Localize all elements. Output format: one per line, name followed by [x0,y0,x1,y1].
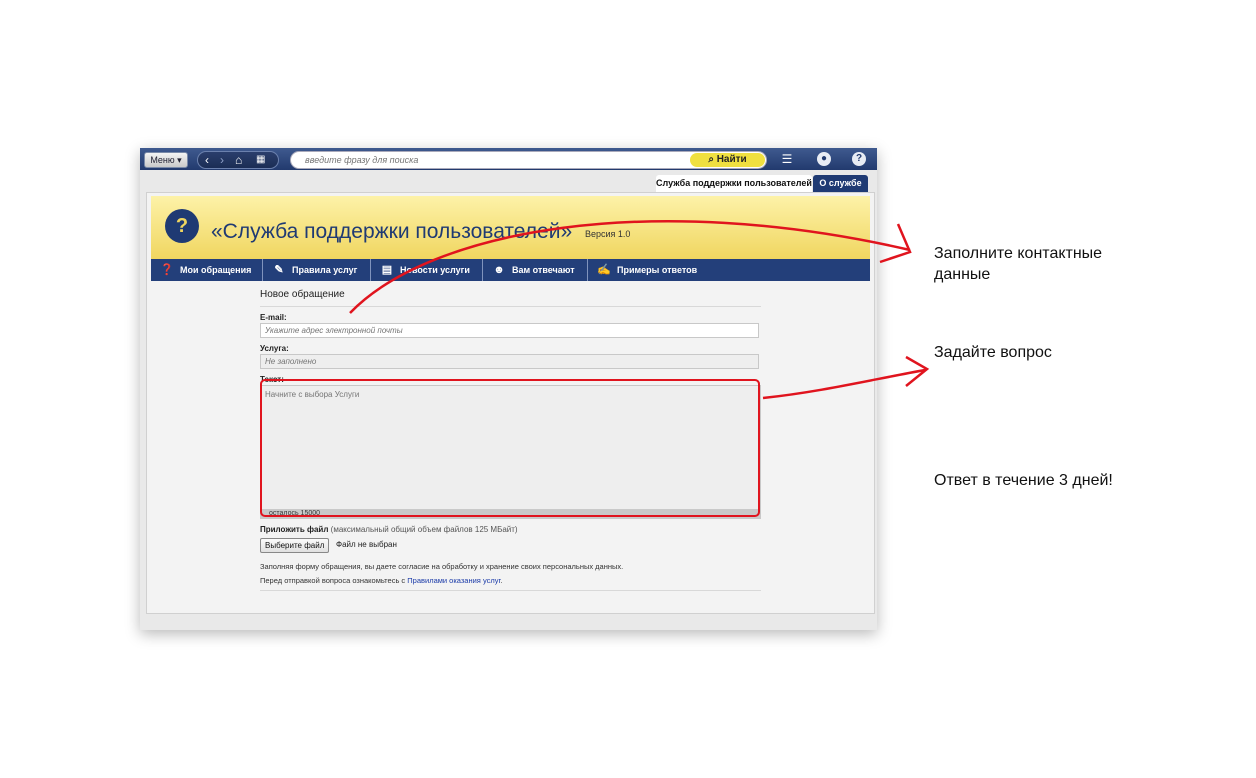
arrow-question [762,368,926,400]
annotation-question: Задайте вопрос [934,344,1052,361]
arrow-contact [349,220,911,314]
annotation-answer: Ответ в течение 3 дней! [934,472,1113,489]
arrowhead-contact [879,223,912,264]
annotation-arrows [349,220,930,400]
annotation-contact: Заполните контактные данные [934,245,1103,283]
